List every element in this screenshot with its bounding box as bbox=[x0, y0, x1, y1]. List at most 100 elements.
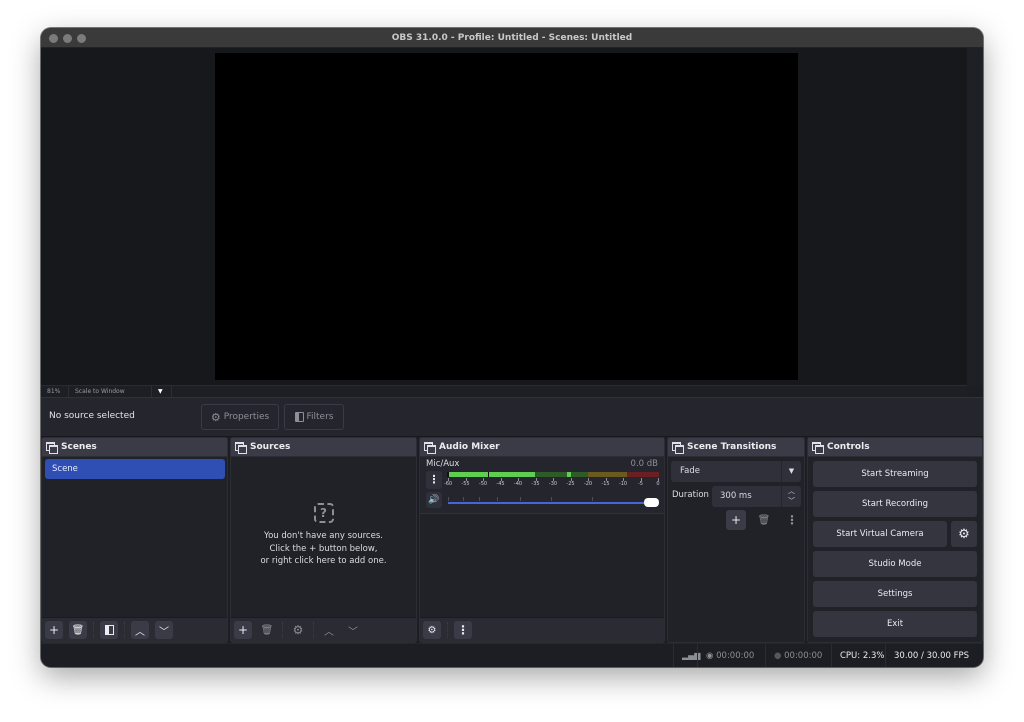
dock-icon[interactable] bbox=[235, 442, 247, 454]
preview-scrollbar[interactable] bbox=[967, 48, 983, 385]
chevron-down-icon: ▼ bbox=[781, 461, 801, 482]
controls-dock: Controls Start Streaming Start Recording… bbox=[807, 437, 983, 643]
transition-properties-button[interactable]: ⋮ bbox=[782, 510, 802, 530]
sources-list[interactable]: ? You don't have any sources. Click the … bbox=[231, 457, 416, 617]
mixer-empty-area bbox=[420, 515, 664, 617]
meter-segment bbox=[570, 472, 589, 477]
transition-select[interactable]: Fade ▼ bbox=[671, 461, 801, 482]
filter-icon bbox=[294, 412, 304, 422]
preview-area[interactable] bbox=[41, 48, 983, 385]
move-source-up-button[interactable]: ︿ bbox=[320, 621, 338, 639]
filters-button[interactable]: Filters bbox=[284, 404, 344, 430]
slider-tick bbox=[550, 497, 552, 501]
meter-segment bbox=[489, 472, 536, 477]
add-scene-button[interactable]: + bbox=[45, 621, 63, 639]
source-properties-button[interactable]: ⚙ bbox=[289, 621, 307, 639]
meter-tick-label: -50 bbox=[478, 481, 488, 487]
channel-menu-button[interactable]: ⋮ bbox=[426, 471, 442, 489]
plus-icon: + bbox=[730, 513, 742, 527]
controls-header: Controls bbox=[808, 438, 982, 457]
scene-transitions-header: Scene Transitions bbox=[668, 438, 804, 457]
start-virtual-camera-button[interactable]: Start Virtual Camera bbox=[813, 521, 947, 547]
mute-button[interactable]: 🔊 bbox=[426, 492, 442, 508]
chevron-down-icon[interactable]: ▼ bbox=[152, 386, 172, 397]
remove-source-button[interactable]: 🗑 bbox=[258, 621, 276, 639]
network-signal-icon: ▂▄▆ bbox=[673, 644, 700, 667]
mixer-channel: Mic/Aux 0.0 dB ⋮ -60 -55 -50 -45 -40 -35 -30 -2… bbox=[420, 457, 664, 514]
transition-toolbar: + 🗑 ⋮ bbox=[726, 510, 802, 530]
slider-tick bbox=[448, 497, 449, 501]
gear-icon: ⚙ bbox=[210, 410, 221, 424]
mixer-toolbar: ⚙ ⋮ bbox=[420, 617, 664, 642]
remove-scene-button[interactable]: 🗑 bbox=[69, 621, 87, 639]
no-source-label: No source selected bbox=[49, 411, 135, 421]
scenes-header: Scenes bbox=[42, 438, 227, 457]
title-bar: OBS 31.0.0 - Profile: Untitled - Scenes:… bbox=[41, 28, 983, 48]
fps-readout: 30.00 / 30.00 FPS bbox=[885, 644, 983, 667]
toolbar-separator bbox=[447, 622, 448, 638]
virtual-camera-settings-button[interactable]: ⚙ bbox=[951, 521, 977, 547]
stream-status: ◉ 00:00:00 bbox=[697, 644, 765, 667]
scenes-title: Scenes bbox=[61, 442, 97, 452]
dock-icon[interactable] bbox=[672, 442, 684, 454]
scene-list-item[interactable]: Scene bbox=[45, 459, 225, 479]
remove-transition-button[interactable]: 🗑 bbox=[754, 510, 774, 530]
meter-tick-label: -30 bbox=[548, 481, 558, 487]
gears-icon: ⚙ bbox=[427, 624, 437, 636]
dock-icon[interactable] bbox=[812, 442, 824, 454]
volume-slider-handle[interactable] bbox=[644, 498, 659, 507]
scale-mode-select[interactable]: Scale to Window bbox=[69, 386, 152, 397]
slider-tick bbox=[591, 497, 593, 501]
meter-tick-label: 0 bbox=[656, 481, 660, 487]
move-scene-down-button[interactable]: ﹀ bbox=[155, 621, 173, 639]
properties-label: Properties bbox=[223, 412, 270, 422]
add-source-button[interactable]: + bbox=[234, 621, 252, 639]
meter-tick-label: -35 bbox=[531, 481, 540, 487]
chevron-up-icon: ︿ bbox=[324, 626, 334, 638]
toolbar-separator bbox=[282, 622, 283, 638]
scene-filters-button[interactable] bbox=[100, 621, 118, 639]
question-mark-icon: ? bbox=[313, 503, 334, 523]
cpu-usage: CPU: 2.3% bbox=[831, 644, 885, 667]
move-scene-up-button[interactable]: ︿ bbox=[131, 621, 149, 639]
start-streaming-button[interactable]: Start Streaming bbox=[813, 461, 977, 487]
move-source-down-button[interactable]: ﹀ bbox=[344, 621, 362, 639]
start-recording-button[interactable]: Start Recording bbox=[813, 491, 977, 517]
more-vertical-icon: ⋮ bbox=[786, 513, 798, 527]
chevron-down-icon: ﹀ bbox=[348, 626, 358, 638]
meter-tick-label: -55 bbox=[461, 481, 470, 487]
dock-icon[interactable] bbox=[46, 442, 58, 454]
meter-tick-label: -60 bbox=[443, 481, 453, 487]
exit-button[interactable]: Exit bbox=[813, 611, 977, 637]
chevron-down-icon: ﹀ bbox=[159, 626, 169, 638]
meter-segment bbox=[448, 472, 488, 477]
mixer-menu-button[interactable]: ⋮ bbox=[454, 621, 472, 639]
duration-spinbox[interactable]: 300 ms ︿ ﹀ bbox=[712, 486, 801, 507]
add-transition-button[interactable]: + bbox=[726, 510, 746, 530]
record-icon: ● bbox=[774, 651, 782, 661]
duration-value: 300 ms bbox=[720, 491, 752, 501]
settings-button[interactable]: Settings bbox=[813, 581, 977, 607]
filters-label: Filters bbox=[306, 412, 334, 422]
controls-title: Controls bbox=[827, 442, 870, 452]
meter-tick-label: -15 bbox=[601, 481, 610, 487]
meter-tick-label: -10 bbox=[618, 481, 628, 487]
filter-icon bbox=[104, 625, 114, 635]
dock-icon[interactable] bbox=[424, 442, 436, 454]
spin-arrows-icon[interactable]: ︿ ﹀ bbox=[781, 486, 801, 507]
record-time: 00:00:00 bbox=[784, 651, 823, 661]
volume-meter bbox=[447, 472, 659, 477]
duration-label: Duration bbox=[672, 490, 709, 500]
scenes-toolbar: + 🗑 ︿ ﹀ bbox=[42, 617, 227, 642]
meter-segment bbox=[535, 472, 568, 477]
volume-slider[interactable] bbox=[448, 502, 653, 504]
empty-line-1: You don't have any sources. bbox=[264, 531, 383, 541]
advanced-audio-button[interactable]: ⚙ bbox=[423, 621, 441, 639]
slider-tick bbox=[497, 497, 499, 501]
window-title: OBS 31.0.0 - Profile: Untitled - Scenes:… bbox=[391, 33, 633, 43]
preview-canvas[interactable] bbox=[215, 53, 798, 380]
slider-tick bbox=[463, 497, 465, 501]
properties-button[interactable]: ⚙ Properties bbox=[201, 404, 279, 430]
sources-empty-state: ? You don't have any sources. Click the … bbox=[231, 503, 416, 568]
studio-mode-button[interactable]: Studio Mode bbox=[813, 551, 977, 577]
